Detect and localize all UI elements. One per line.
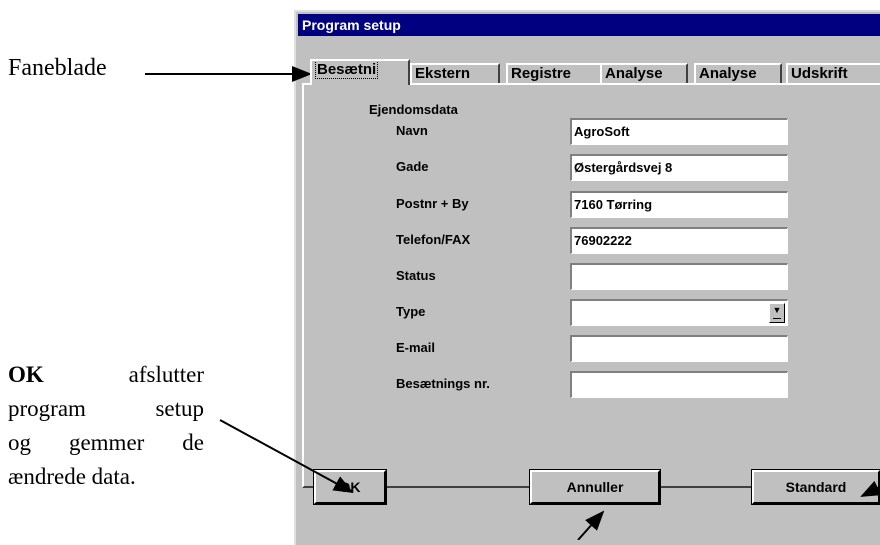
arrow-standard xyxy=(860,480,880,497)
arrow-annuller xyxy=(577,510,605,540)
tab-besaetning[interactable]: Besætni xyxy=(310,59,410,85)
annotation-arrows xyxy=(145,66,880,540)
arrow-ok xyxy=(219,419,354,493)
